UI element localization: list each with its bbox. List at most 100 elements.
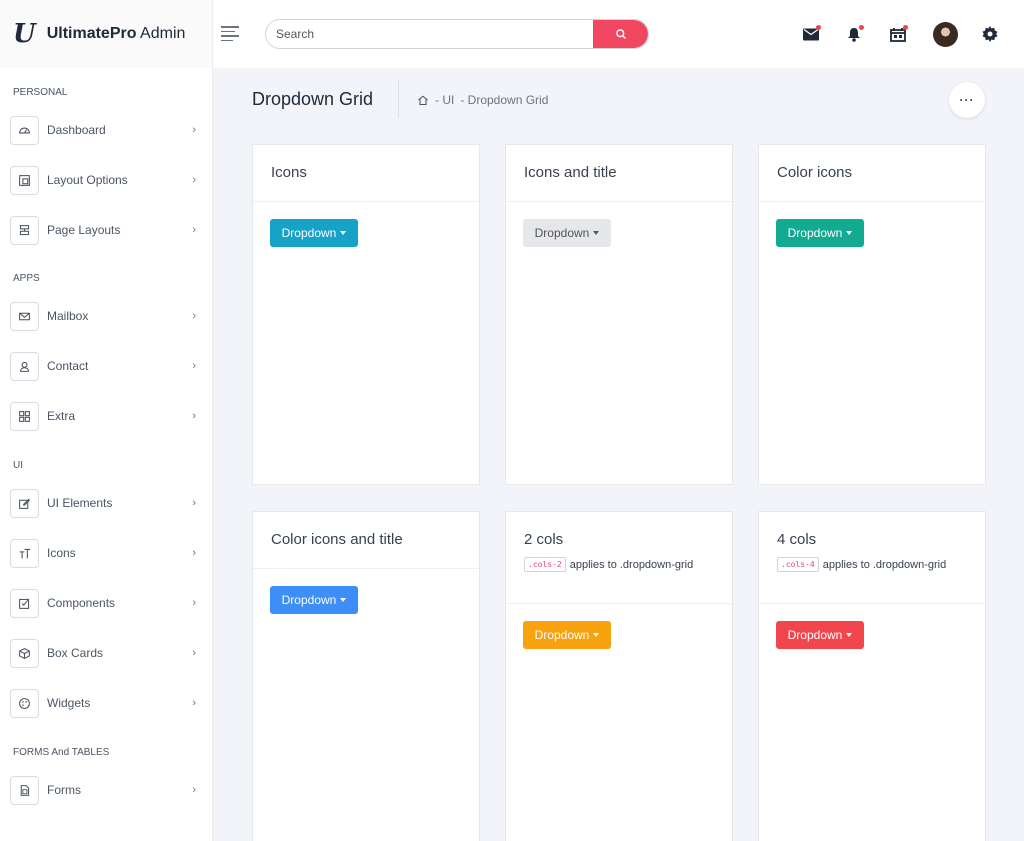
- brand[interactable]: U UltimatePro Admin: [0, 0, 212, 68]
- sidebar-item-dashboard[interactable]: Dashboard ›: [0, 105, 212, 155]
- notification-badge-dot: [859, 25, 864, 30]
- dropdown-button[interactable]: Dropdown: [523, 621, 611, 649]
- chevron-right-icon: ›: [192, 597, 196, 609]
- dashboard-icon: [10, 115, 39, 145]
- home-icon[interactable]: [417, 94, 429, 106]
- brand-name: UltimatePro Admin: [46, 25, 186, 42]
- sidebar-item-label: Mailbox: [47, 309, 89, 323]
- sidebar-item-label: Page Layouts: [47, 223, 121, 237]
- sidebar-item-box-cards[interactable]: Box Cards ›: [0, 628, 212, 678]
- caret-down-icon: [340, 597, 347, 602]
- chevron-right-icon: ›: [192, 224, 196, 236]
- card-title: 4 cols: [777, 531, 817, 548]
- notification-button[interactable]: [844, 24, 864, 44]
- card-2-cols: 2 cols .cols-2 applies to .dropdown-grid …: [505, 511, 733, 841]
- sidebar-item-label: Dashboard: [47, 123, 106, 137]
- card-header: Icons: [253, 145, 479, 202]
- nav-section-ui: UI: [13, 460, 23, 471]
- card-title: Color icons: [777, 164, 853, 181]
- caret-down-icon: [593, 632, 600, 637]
- sidebar-item-label: UI Elements: [47, 496, 113, 510]
- breadcrumb: - UI - Dropdown Grid: [417, 93, 554, 107]
- chevron-right-icon: ›: [192, 497, 196, 509]
- card-icons-and-title: Icons and title Dropdown: [505, 144, 733, 485]
- chevron-right-icon: ›: [192, 784, 196, 796]
- sidebar-item-widgets[interactable]: Widgets ›: [0, 678, 212, 728]
- sidebar-item-label: Contact: [47, 359, 89, 373]
- breadcrumb-item-ui[interactable]: - UI: [435, 93, 454, 107]
- sidebar-item-page-layouts[interactable]: Page Layouts ›: [0, 205, 212, 255]
- sidebar-item-extra[interactable]: Extra ›: [0, 391, 212, 441]
- dropdown-button[interactable]: Dropdown: [776, 621, 864, 649]
- palette-icon: [10, 688, 39, 718]
- chevron-right-icon: ›: [192, 310, 196, 322]
- edit-icon: [10, 488, 39, 518]
- card-title: 2 cols: [524, 531, 564, 548]
- breadcrumb-item-current: - Dropdown Grid: [460, 93, 549, 107]
- sidebar-item-label: Icons: [47, 546, 76, 560]
- sidebar-item-label: Widgets: [47, 696, 91, 710]
- topbar: [213, 0, 1024, 68]
- card-icons: Icons Dropdown: [252, 144, 480, 485]
- card-subtitle: .cols-4 applies to .dropdown-grid: [777, 557, 967, 572]
- caret-down-icon: [846, 632, 853, 637]
- card-header: 4 cols .cols-4 applies to .dropdown-grid: [759, 512, 985, 604]
- box-icon: [10, 638, 39, 668]
- chevron-right-icon: ›: [192, 647, 196, 659]
- sidebar-item-contact[interactable]: Contact ›: [0, 341, 212, 391]
- search-input[interactable]: [266, 20, 593, 48]
- code-snippet: .cols-2: [524, 557, 566, 572]
- sidebar-item-label: Layout Options: [47, 173, 128, 187]
- sidebar-item-label: Forms: [47, 783, 81, 797]
- user-icon: [10, 351, 39, 381]
- search-bar: [265, 19, 649, 49]
- dropdown-button[interactable]: Dropdown: [523, 219, 611, 247]
- sidebar-item-ui-elements[interactable]: UI Elements ›: [0, 478, 212, 528]
- dropdown-button[interactable]: Dropdown: [270, 586, 358, 614]
- card-4-cols: 4 cols .cols-4 applies to .dropdown-grid …: [758, 511, 986, 841]
- page-layouts-icon: [10, 215, 39, 245]
- header-divider: [398, 80, 399, 118]
- mail-icon: [10, 301, 39, 331]
- card-note: applies to .dropdown-grid: [569, 558, 694, 571]
- page-title: Dropdown Grid: [252, 89, 374, 109]
- sidebar-item-forms[interactable]: Forms ›: [0, 765, 212, 815]
- code-snippet: .cols-4: [777, 557, 819, 572]
- dropdown-button[interactable]: Dropdown: [776, 219, 864, 247]
- more-options-button[interactable]: ···: [949, 82, 985, 118]
- search-button[interactable]: [593, 20, 648, 48]
- sidebar-item-layout-options[interactable]: Layout Options ›: [0, 155, 212, 205]
- dropdown-button[interactable]: Dropdown: [270, 219, 358, 247]
- card-color-icons: Color icons Dropdown: [758, 144, 986, 485]
- chevron-right-icon: ›: [192, 547, 196, 559]
- nav-section-personal: PERSONAL: [13, 87, 68, 98]
- card-title: Color icons and title: [271, 531, 403, 548]
- sidebar-item-label: Box Cards: [47, 646, 104, 660]
- sidebar-item-mailbox[interactable]: Mailbox ›: [0, 291, 212, 341]
- card-color-icons-and-title: Color icons and title Dropdown: [252, 511, 480, 841]
- calendar-badge-dot: [903, 25, 908, 30]
- card-header: Color icons: [759, 145, 985, 202]
- caret-down-icon: [846, 230, 853, 235]
- sidebar-item-label: Components: [47, 596, 116, 610]
- mail-notification-button[interactable]: [801, 24, 821, 44]
- card-header: Color icons and title: [253, 512, 479, 569]
- settings-button[interactable]: [980, 24, 1000, 44]
- chevron-right-icon: ›: [192, 410, 196, 422]
- chevron-right-icon: ›: [192, 124, 196, 136]
- brand-logo: U: [13, 19, 36, 49]
- card-subtitle: .cols-2 applies to .dropdown-grid: [524, 557, 714, 572]
- chevron-right-icon: ›: [192, 174, 196, 186]
- menu-toggle-icon[interactable]: [221, 26, 239, 44]
- user-avatar[interactable]: [933, 22, 958, 47]
- text-icon: [10, 538, 39, 568]
- sidebar-item-components[interactable]: Components ›: [0, 578, 212, 628]
- calendar-button[interactable]: [888, 24, 908, 44]
- mail-badge-dot: [816, 25, 821, 30]
- gear-icon: [982, 26, 998, 42]
- sidebar-item-icons[interactable]: Icons ›: [0, 528, 212, 578]
- caret-down-icon: [340, 230, 347, 235]
- search-icon: [615, 29, 626, 40]
- nav-section-apps: APPS: [13, 273, 40, 284]
- card-title: Icons: [271, 164, 307, 181]
